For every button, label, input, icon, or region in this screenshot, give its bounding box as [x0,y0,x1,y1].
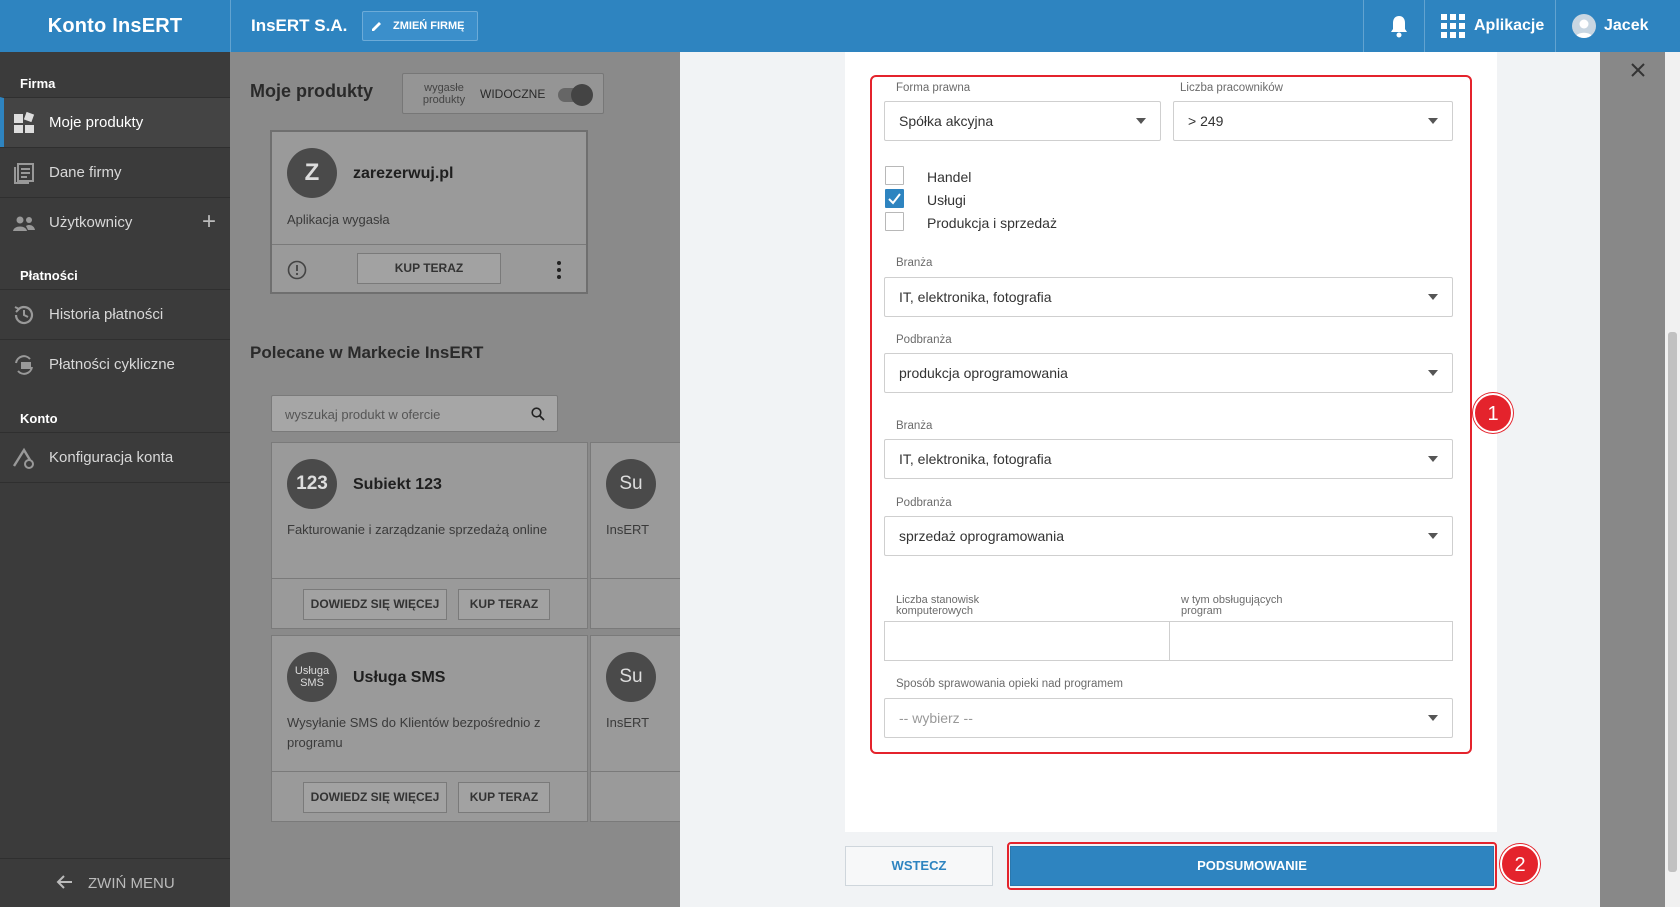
sidebar-section-account: Konto [20,411,58,426]
user-settings-icon [12,447,34,469]
sidebar-item-company-data[interactable]: Dane firmy [0,147,230,197]
sidebar-item-label: Płatności cykliczne [49,356,175,373]
sidebar-item-account-config[interactable]: Konfiguracja konta [0,432,230,482]
sidebar-item-label: Historia płatności [49,306,164,323]
sidebar-item-label: Dane firmy [49,164,122,181]
history-icon [14,305,34,325]
toggle-label: wygasłe produkty [422,82,466,106]
apps-grid-icon[interactable] [1441,14,1465,38]
recommended-title: Polecane w Markecie InsERT [250,343,484,362]
sidebar-item-my-products[interactable]: Moje produkty [0,97,230,147]
toggle-state: WIDOCZNE [480,87,546,101]
recurring-payment-icon [15,355,33,375]
product-logo: 123 [287,459,337,509]
collapse-menu-label: ZWIŃ MENU [88,875,175,892]
card-footer: DOWIEDZ SIĘ WIĘCEJ KUP TERAZ [272,578,587,628]
more-vertical-icon[interactable] [556,260,562,280]
panel-scrollbar[interactable] [1665,52,1680,907]
annotation-highlight-summary [1007,842,1497,890]
product-name[interactable]: zarezerwuj.pl [353,165,453,183]
product-logo: Su [606,459,656,509]
annotation-badge-1: 1 [1473,393,1513,433]
sidebar-item-label: Konfiguracja konta [49,449,174,466]
sidebar-section-payments: Płatności [20,268,78,283]
card-footer [591,771,680,821]
product-logo: Su [606,652,656,702]
product-name[interactable]: Subiekt 123 [353,476,442,494]
learn-more-button[interactable]: DOWIEDZ SIĘ WIĘCEJ [303,589,447,620]
product-card: Z zarezerwuj.pl Aplikacja wygasła KUP TE… [270,130,588,294]
product-card: Su InsERT [590,442,680,629]
sidebar-item-payment-history[interactable]: Historia płatności [0,289,230,339]
sidebar-item-recurring-payments[interactable]: Płatności cykliczne [0,339,230,389]
divider [1424,0,1425,52]
change-company-button[interactable]: ZMIEŃ FIRMĘ [362,11,478,41]
buy-now-button[interactable]: KUP TERAZ [458,589,550,620]
product-description: Wysyłanie SMS do Klientów bezpośrednio z… [287,715,541,750]
scrollbar-thumb[interactable] [1668,332,1677,872]
arrow-left-icon [56,875,72,889]
document-list-icon [14,163,34,184]
change-company-label: ZMIEŃ FIRMĘ [393,20,465,32]
learn-more-button[interactable]: DOWIEDZ SIĘ WIĘCEJ [303,782,447,813]
product-status: Aplikacja wygasła [287,212,390,227]
annotation-highlight-form [870,75,1472,754]
apps-menu[interactable]: Aplikacje [1474,0,1544,52]
add-user-button[interactable]: + [202,198,216,246]
product-description: InsERT [606,715,650,730]
product-card: Su InsERT [590,635,680,822]
close-icon[interactable] [1629,61,1647,79]
divider [1363,0,1364,52]
company-name: InsERT S.A. [251,16,348,35]
toggle-knob[interactable] [571,84,593,106]
users-icon [13,216,35,231]
product-card: Usługa SMS Usługa SMS Wysyłanie SMS do K… [271,635,588,822]
card-footer [591,578,680,628]
alert-circle-icon[interactable] [287,260,307,280]
top-bar: Konto InsERT InsERT S.A. ZMIEŃ FIRMĘ Apl… [0,0,1680,52]
product-description: Fakturowanie i zarządzanie sprzedażą onl… [287,522,548,537]
card-footer: KUP TERAZ [272,244,586,294]
sidebar: Firma Moje produkty Dane firmy Użytkowni… [0,52,230,907]
product-name[interactable]: Usługa SMS [353,669,445,687]
buy-now-button[interactable]: KUP TERAZ [357,253,501,284]
divider [1555,0,1556,52]
divider [0,482,230,483]
brand-logo[interactable]: Konto InsERT [0,0,230,52]
search-placeholder: wyszukaj produkt w ofercie [285,407,441,422]
back-button[interactable]: WSTECZ [845,846,993,886]
main-content: Moje produkty wygasłe produkty WIDOCZNE … [230,52,680,907]
sidebar-item-label: Użytkownicy [49,214,133,231]
dashboard-icon [14,111,35,133]
collapse-menu-button[interactable]: ZWIŃ MENU [0,858,230,907]
my-products-title: Moje produkty [250,81,374,101]
product-card: 123 Subiekt 123 Fakturowanie i zarządzan… [271,442,588,629]
sidebar-item-label: Moje produkty [49,114,144,131]
user-avatar-icon[interactable] [1572,14,1596,38]
product-search-input[interactable]: wyszukaj produkt w ofercie [271,395,558,432]
pencil-icon [372,22,381,31]
product-description: InsERT [606,522,650,537]
product-logo: Z [287,148,337,198]
sidebar-section-company: Firma [20,76,56,91]
annotation-badge-2: 2 [1500,844,1540,884]
search-icon[interactable] [531,407,545,421]
card-footer: DOWIEDZ SIĘ WIĘCEJ KUP TERAZ [272,771,587,821]
buy-now-button[interactable]: KUP TERAZ [458,782,550,813]
sidebar-item-users[interactable]: Użytkownicy + [0,197,230,247]
bell-icon[interactable] [1388,14,1410,38]
product-logo: Usługa SMS [287,652,337,702]
expired-products-toggle[interactable]: wygasłe produkty WIDOCZNE [402,73,604,114]
divider [230,0,231,52]
user-menu[interactable]: Jacek [1604,0,1649,52]
